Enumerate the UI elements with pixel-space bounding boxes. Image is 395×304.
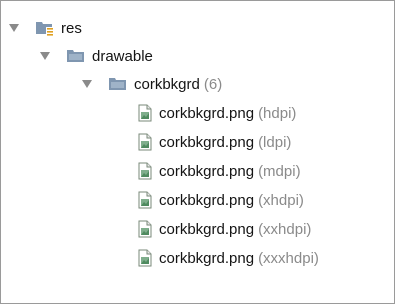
- expand-arrow-icon[interactable]: [38, 49, 52, 63]
- tree-node-drawable[interactable]: drawable: [38, 42, 153, 70]
- density-qualifier: (mdpi): [258, 162, 301, 180]
- image-file-icon: [137, 191, 153, 209]
- tree-node-file[interactable]: corkbkgrd.png (mdpi): [137, 157, 301, 185]
- file-name: corkbkgrd.png: [159, 220, 255, 238]
- file-name: corkbkgrd.png: [159, 249, 255, 267]
- tree-node-corkbkgrd[interactable]: corkbkgrd (6): [80, 70, 222, 98]
- file-name: corkbkgrd.png: [159, 104, 255, 122]
- file-name: corkbkgrd.png: [159, 162, 255, 180]
- density-qualifier: (xxhdpi): [258, 220, 312, 238]
- folder-icon: [108, 76, 128, 92]
- image-file-icon: [137, 249, 153, 267]
- file-count: (6): [203, 75, 223, 93]
- node-label: corkbkgrd: [134, 75, 200, 93]
- tree-node-file[interactable]: corkbkgrd.png (hdpi): [137, 99, 296, 127]
- tree-node-res[interactable]: res: [7, 14, 82, 42]
- node-label: res: [61, 19, 82, 37]
- expand-arrow-icon[interactable]: [80, 77, 94, 91]
- density-qualifier: (ldpi): [258, 133, 292, 151]
- folder-icon: [66, 48, 86, 64]
- tree-node-file[interactable]: corkbkgrd.png (ldpi): [137, 128, 291, 156]
- tree-node-file[interactable]: corkbkgrd.png (xxxhdpi): [137, 244, 319, 272]
- density-qualifier: (xxxhdpi): [258, 249, 319, 267]
- density-qualifier: (xhdpi): [258, 191, 304, 209]
- image-file-icon: [137, 162, 153, 180]
- resource-folder-icon: [35, 20, 55, 36]
- file-name: corkbkgrd.png: [159, 133, 255, 151]
- image-file-icon: [137, 133, 153, 151]
- tree-node-file[interactable]: corkbkgrd.png (xxhdpi): [137, 215, 311, 243]
- expand-arrow-icon[interactable]: [7, 21, 21, 35]
- node-label: drawable: [92, 47, 153, 65]
- image-file-icon: [137, 220, 153, 238]
- image-file-icon: [137, 104, 153, 122]
- density-qualifier: (hdpi): [258, 104, 297, 122]
- tree-node-file[interactable]: corkbkgrd.png (xhdpi): [137, 186, 304, 214]
- project-tree-panel: res drawable corkbkgrd (6) corkbkgrd.png…: [0, 0, 395, 304]
- file-name: corkbkgrd.png: [159, 191, 255, 209]
